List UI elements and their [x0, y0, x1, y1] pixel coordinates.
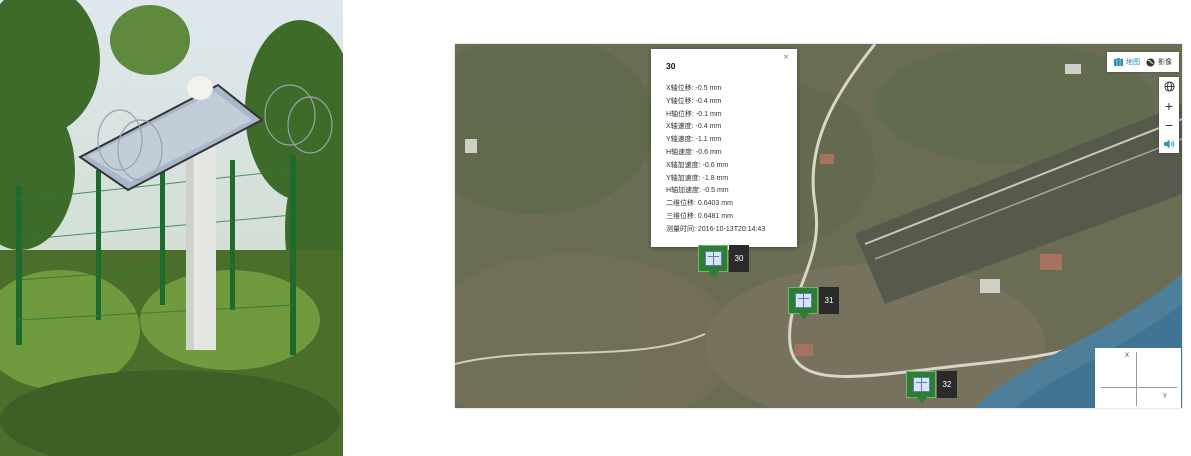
popup-row-h-displacement: H轴位移: -0.1 mm [666, 110, 722, 118]
layer-switcher: 地图 影像 [1107, 52, 1179, 72]
axis-indicator: X Y [1095, 348, 1181, 408]
marker-label: 30 [729, 245, 749, 272]
popup-row-y-velocity: Y轴速度: -1.1 mm [666, 136, 722, 144]
satellite-imagery [455, 44, 1182, 408]
speaker-icon[interactable] [1159, 134, 1179, 153]
zoom-out-button[interactable]: − [1159, 115, 1179, 134]
y-axis-line [1101, 387, 1177, 388]
popup-title: 30 [666, 61, 676, 71]
popup-row-2d-displacement: 二维位移: 0.6403 mm [666, 200, 733, 208]
popup-row-y-displacement: Y轴位移: -0.4 mm [666, 97, 722, 105]
map-layer-button[interactable]: 地图 [1114, 57, 1140, 67]
solar-station-icon [698, 245, 728, 278]
marker-label: 32 [937, 371, 957, 398]
popup-row-3d-displacement: 三维位移: 0.6481 mm [666, 212, 733, 220]
popup-row-x-acceleration: X轴加速度: -0.6 mm [666, 161, 729, 169]
map-layer-label: 地图 [1126, 59, 1140, 66]
solar-station-icon [788, 287, 818, 320]
x-axis-line [1136, 352, 1137, 406]
popup-row-h-velocity: H轴速度: -0.6 mm [666, 148, 722, 156]
globe-icon[interactable] [1159, 77, 1179, 96]
globe-earth-icon [1146, 57, 1155, 67]
image-layer-label: 影像 [1158, 59, 1172, 66]
solar-station-icon [906, 371, 936, 404]
close-icon[interactable]: × [783, 52, 789, 63]
y-axis-label: Y [1162, 394, 1167, 400]
map-view[interactable]: 30 × X轴位移: -0.5 mm Y轴位移: -0.4 mm H轴位移: -… [455, 44, 1182, 408]
popup-row-y-acceleration: Y轴加速度: -1.8 mm [666, 174, 729, 182]
image-layer-button[interactable]: 影像 [1146, 57, 1172, 67]
info-popup: 30 × X轴位移: -0.5 mm Y轴位移: -0.4 mm H轴位移: -… [651, 49, 797, 256]
popup-row-measure-time: 测量时间: 2016-10-13T20:14:43 [666, 225, 766, 233]
station-photo [0, 0, 343, 456]
popup-row-x-displacement: X轴位移: -0.5 mm [666, 85, 722, 92]
zoom-in-button[interactable]: + [1159, 96, 1179, 115]
zoom-controls: + − [1159, 77, 1179, 153]
popup-rows: X轴位移: -0.5 mm Y轴位移: -0.4 mm H轴位移: -0.1 m… [666, 83, 765, 237]
popup-row-x-velocity: X轴速度: -0.4 mm [666, 123, 722, 131]
marker-label: 31 [819, 287, 839, 314]
map-icon [1114, 57, 1123, 66]
popup-row-h-acceleration: H轴加速度: -0.5 mm [666, 187, 729, 195]
x-axis-label: X [1125, 353, 1130, 359]
